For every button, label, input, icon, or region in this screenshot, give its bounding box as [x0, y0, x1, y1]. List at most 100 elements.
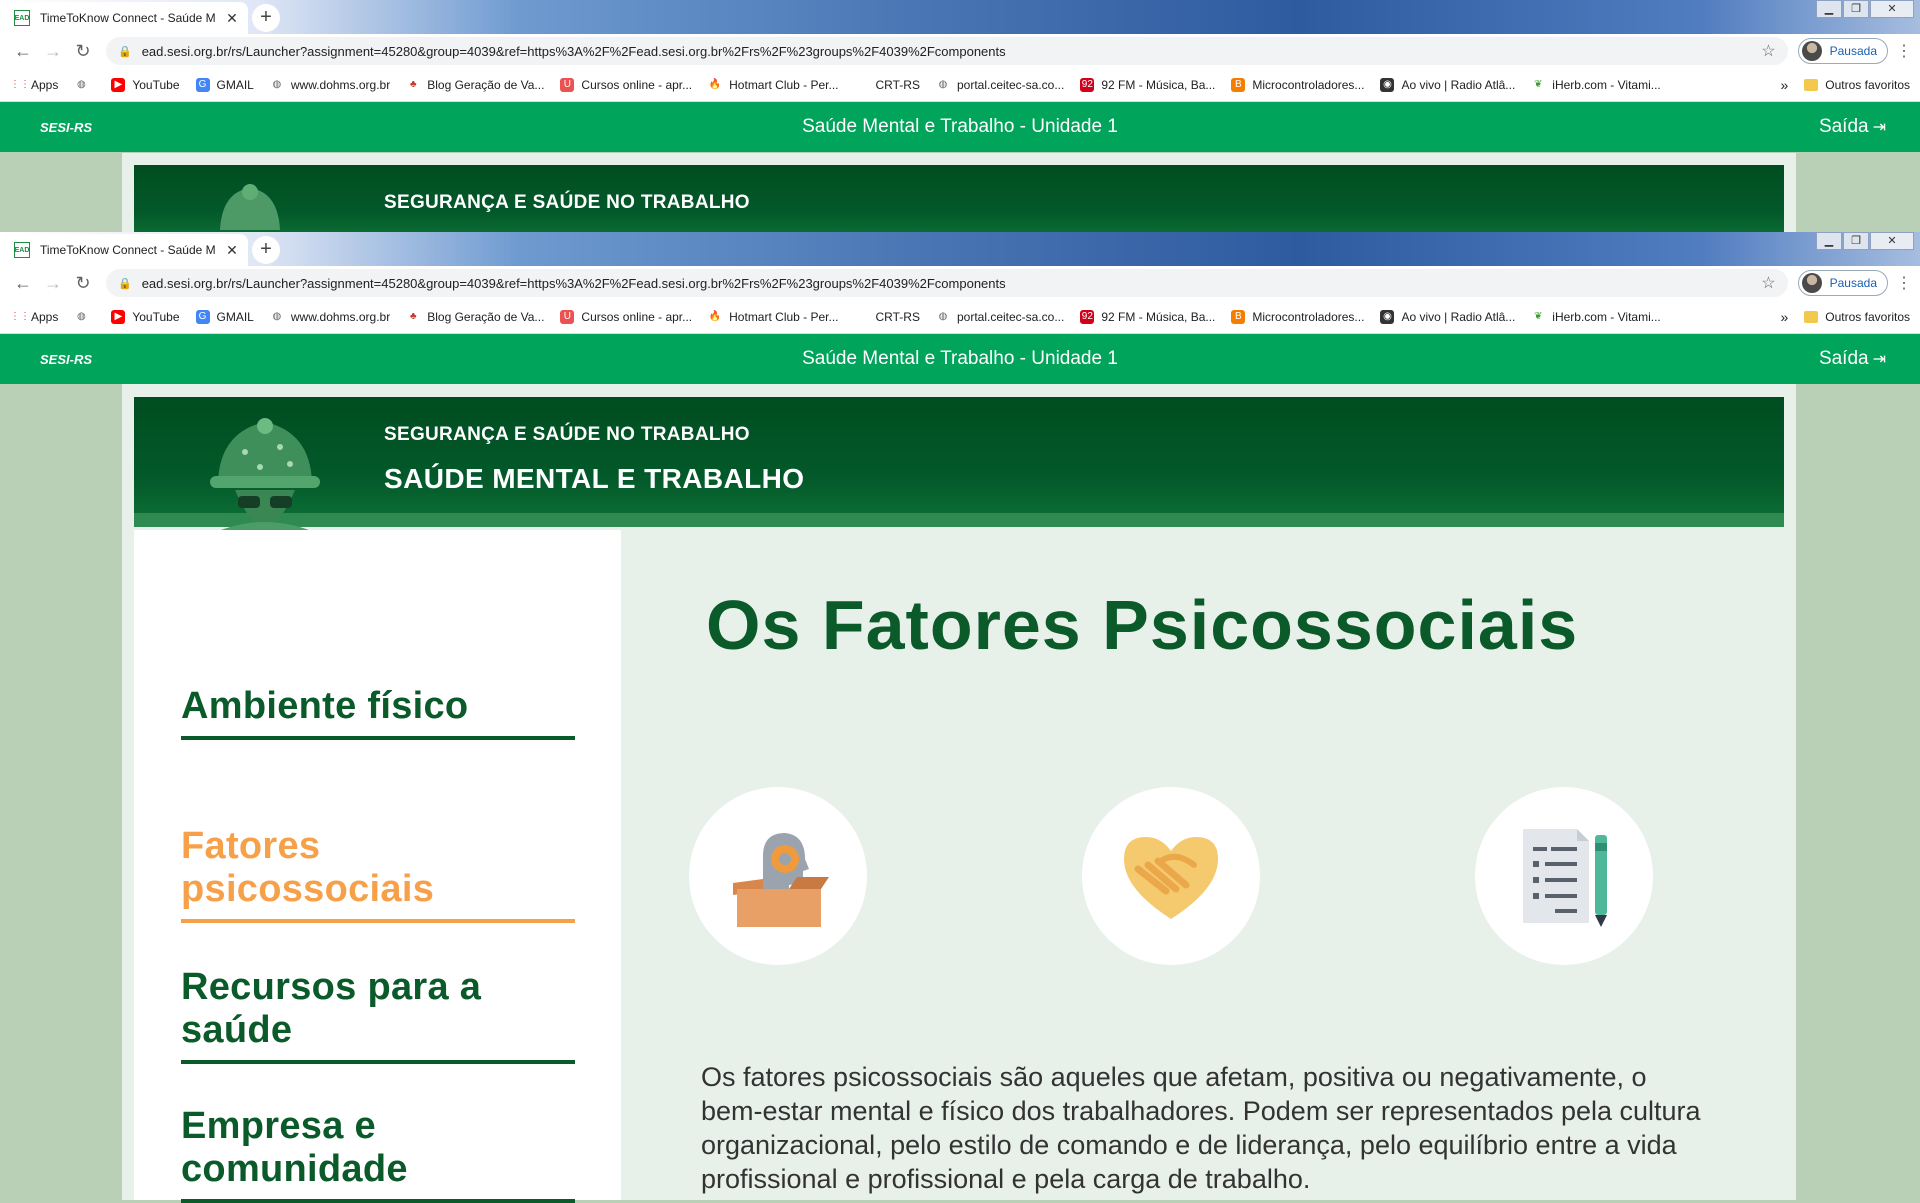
bookmark-label: Cursos online - apr...	[581, 77, 693, 92]
globe-icon: ◍	[272, 78, 282, 90]
close-window-icon[interactable]: ✕	[1870, 0, 1914, 18]
bookmark-item[interactable]: ◍ portal.ceitec-sa.co...	[936, 78, 1065, 92]
bookmark-star-icon[interactable]: ☆	[1761, 41, 1775, 61]
bookmark-item[interactable]: ◍	[74, 78, 95, 92]
google-icon: G	[195, 309, 210, 324]
background-browser-window: EAD TimeToKnow Connect - Saúde M ✕ + ▁ ❐…	[0, 0, 1920, 152]
bookmark-label: Cursos online - apr...	[581, 309, 693, 324]
main-content: Os Fatores Psicossociais Os fatores psic…	[621, 530, 1784, 1200]
bookmark-item[interactable]: ⋮⋮ Apps	[10, 78, 58, 92]
bookmark-item[interactable]: ▶ YouTube	[111, 309, 180, 324]
new-tab-button[interactable]: +	[252, 4, 280, 32]
restore-icon[interactable]: ❐	[1843, 0, 1869, 18]
profile-button[interactable]: Pausada	[1797, 270, 1888, 296]
course-title: Saúde Mental e Trabalho - Unidade 1	[802, 116, 1118, 137]
bookmark-item[interactable]: ◉ Ao vivo | Radio Atlâ...	[1380, 309, 1516, 324]
forward-arrow-icon[interactable]: →	[38, 273, 68, 294]
bookmark-item[interactable]: B Microcontroladores...	[1231, 309, 1365, 324]
back-arrow-icon[interactable]: ←	[8, 41, 38, 62]
reload-icon[interactable]: ↻	[68, 41, 98, 62]
topic-navigation: Ambiente físico Fatores psicossociais Re…	[134, 530, 621, 1203]
globe-icon: ◍	[76, 78, 86, 90]
tab-close-icon[interactable]: ✕	[224, 242, 240, 259]
apps-grid-icon: ⋮⋮	[10, 310, 30, 322]
exit-button[interactable]: Saída ⇥	[1819, 348, 1886, 370]
bookmark-item[interactable]: ♣ Blog Geração de Va...	[406, 310, 544, 324]
bookmark-item[interactable]: 92 92 FM - Música, Ba...	[1080, 77, 1215, 92]
back-arrow-icon[interactable]: ←	[8, 273, 38, 294]
menu-kebab-icon[interactable]: ⋮	[1896, 273, 1912, 293]
bookmark-item[interactable]: ❦ iHerb.com - Vitami...	[1531, 78, 1661, 92]
page-title: Os Fatores Psicossociais	[706, 586, 1579, 664]
bookmark-item[interactable]: CRT-RS	[855, 310, 920, 324]
bookmark-item[interactable]: U Cursos online - apr...	[560, 77, 693, 92]
nav-ambiente-fisico[interactable]: Ambiente físico	[181, 685, 575, 740]
browser-tab[interactable]: EAD TimeToKnow Connect - Saúde M ✕	[6, 234, 248, 266]
bookmark-item[interactable]: 🔥 Hotmart Club - Per...	[708, 78, 839, 92]
bookmark-item[interactable]: ▶ YouTube	[111, 77, 180, 92]
folder-icon	[1804, 310, 1819, 323]
radio-icon: ◉	[1380, 77, 1395, 92]
bookmark-item[interactable]: 🔥 Hotmart Club - Per...	[708, 310, 839, 324]
radio-92-icon: 92	[1080, 77, 1095, 92]
browser-tab[interactable]: EAD TimeToKnow Connect - Saúde M ✕	[6, 2, 248, 34]
bookmark-star-icon[interactable]: ☆	[1761, 273, 1775, 293]
menu-kebab-icon[interactable]: ⋮	[1896, 41, 1912, 61]
nav-recursos-para-saude[interactable]: Recursos para a saúde	[181, 966, 575, 1064]
avatar	[1801, 41, 1822, 61]
globe-icon: ◍	[938, 78, 948, 90]
udemy-icon: U	[560, 77, 575, 92]
new-tab-button[interactable]: +	[252, 236, 280, 264]
tab-title: TimeToKnow Connect - Saúde M	[40, 243, 216, 257]
other-bookmarks-label[interactable]: Outros favoritos	[1825, 310, 1910, 324]
url-input[interactable]: 🔒 ead.sesi.org.br/rs/Launcher?assignment…	[106, 37, 1788, 65]
bookmark-item[interactable]: G GMAIL	[195, 309, 254, 324]
chevron-more-icon[interactable]: »	[1781, 77, 1789, 93]
bookmark-label: Ao vivo | Radio Atlâ...	[1401, 309, 1516, 324]
minimize-icon[interactable]: ▁	[1816, 0, 1842, 18]
bookmark-label: www.dohms.org.br	[290, 77, 391, 92]
nav-fatores-psicossociais[interactable]: Fatores psicossociais	[181, 825, 575, 923]
nav-empresa-e-comunidade[interactable]: Empresa e comunidade	[181, 1105, 575, 1203]
restore-icon[interactable]: ❐	[1843, 232, 1869, 250]
bookmark-item[interactable]: G GMAIL	[195, 77, 254, 92]
bookmark-item[interactable]: ❦ iHerb.com - Vitami...	[1531, 310, 1661, 324]
forward-arrow-icon[interactable]: →	[38, 41, 68, 62]
bookmark-item[interactable]: 92 92 FM - Música, Ba...	[1080, 309, 1215, 324]
tab-close-icon[interactable]: ✕	[224, 10, 240, 27]
bookmark-item[interactable]: CRT-RS	[855, 78, 920, 92]
bookmark-item[interactable]: ◉ Ao vivo | Radio Atlâ...	[1380, 77, 1515, 92]
bookmark-item[interactable]: ⋮⋮ Apps	[10, 310, 58, 324]
mascot-partial-icon	[220, 184, 280, 230]
bookmark-label: Microcontroladores...	[1252, 77, 1365, 92]
close-window-icon[interactable]: ✕	[1870, 232, 1914, 250]
bookmark-item[interactable]: ◍	[74, 310, 95, 324]
reload-icon[interactable]: ↻	[68, 273, 98, 294]
sesi-logo[interactable]: SESI-RS	[40, 352, 92, 367]
google-icon: G	[195, 77, 210, 92]
sesi-logo[interactable]: SESI-RS	[40, 120, 92, 135]
bookmark-item[interactable]: ◍ www.dohms.org.br	[270, 78, 390, 92]
bookmark-item[interactable]: U Cursos online - apr...	[560, 309, 693, 324]
exit-button[interactable]: Saída ⇥	[1819, 116, 1886, 138]
other-bookmarks-label[interactable]: Outros favoritos	[1825, 78, 1910, 92]
banner-kicker: SEGURANÇA E SAÚDE NO TRABALHO	[384, 424, 750, 445]
bookmark-label: YouTube	[132, 77, 180, 92]
url-input[interactable]: 🔒 ead.sesi.org.br/rs/Launcher?assignment…	[106, 269, 1788, 297]
bookmark-label: Microcontroladores...	[1252, 309, 1365, 324]
leaf-icon: ❦	[1534, 78, 1543, 90]
lock-icon: 🔒	[118, 277, 132, 290]
minimize-icon[interactable]: ▁	[1816, 232, 1842, 250]
bookmark-item[interactable]: ♣ Blog Geração de Va...	[406, 78, 544, 92]
bookmark-item[interactable]: ◍ portal.ceitec-sa.co...	[936, 310, 1065, 324]
ead-favicon-icon: EAD	[14, 242, 30, 258]
banner-kicker: SEGURANÇA E SAÚDE NO TRABALHO	[384, 192, 750, 213]
exit-icon: ⇥	[1872, 351, 1886, 368]
bookmark-item[interactable]: ◍ www.dohms.org.br	[270, 310, 390, 324]
course-title: Saúde Mental e Trabalho - Unidade 1	[802, 348, 1118, 369]
lock-icon: 🔒	[118, 45, 132, 58]
document-pen-icon	[1523, 829, 1607, 927]
bookmark-item[interactable]: B Microcontroladores...	[1231, 77, 1365, 92]
profile-button[interactable]: Pausada	[1797, 38, 1888, 64]
chevron-more-icon[interactable]: »	[1781, 309, 1789, 325]
